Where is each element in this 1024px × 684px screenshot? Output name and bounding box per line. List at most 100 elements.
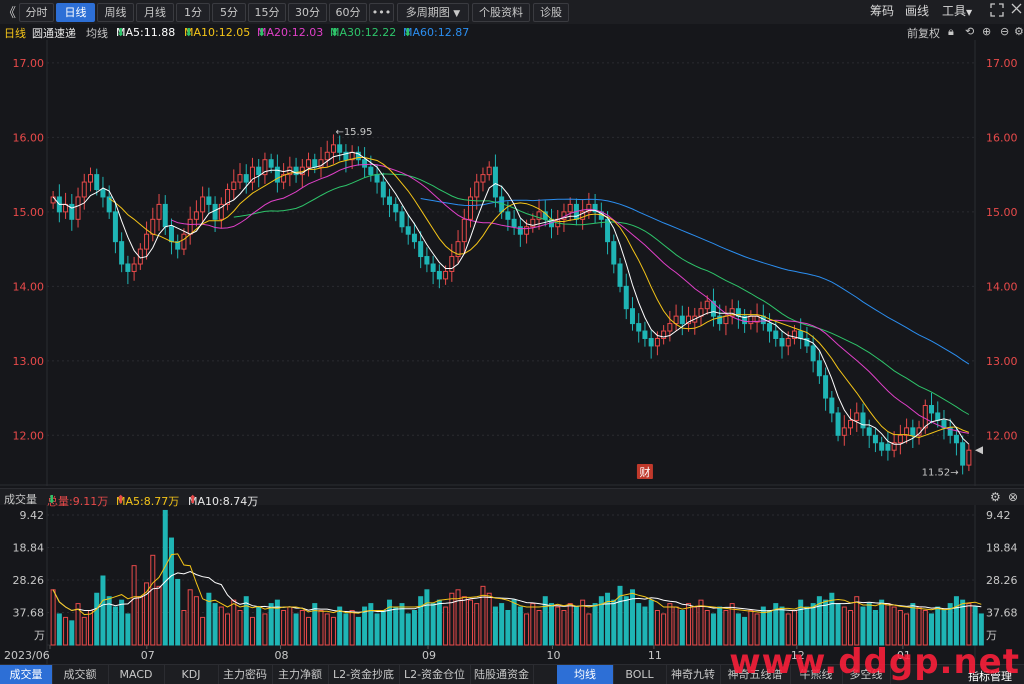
volume-bar [723,610,729,646]
more-button[interactable]: ••• [369,3,394,22]
lock-icon[interactable]: 🔒︎ [948,25,954,39]
undo-icon[interactable]: ⟲ [965,25,974,38]
volume-bar [891,606,897,646]
x-axis-label: 08 [275,649,289,662]
indicator-tab[interactable]: KDJ [164,665,219,684]
period-tab[interactable]: 60分 [329,3,367,22]
multi-period-dropdown[interactable]: 多周期图 ▼ [397,3,469,22]
collapse-icon[interactable]: 《 [3,2,16,21]
volume-bar [573,606,579,646]
volume-bar [611,599,617,646]
candle-body [131,263,137,272]
volume-bar [424,589,430,646]
x-axis-label: 11 [648,649,662,662]
candle-body [860,412,866,429]
volume-bar [56,613,62,646]
volume-bar [841,606,847,646]
volume-bar [717,606,723,646]
candle-body [75,196,81,220]
volume-bar [355,616,361,646]
period-tab[interactable]: 5分 [212,3,246,22]
volume-bar [735,613,741,646]
candle-body [648,337,654,347]
volume-bar [885,603,891,646]
period-tab[interactable]: 30分 [288,3,327,22]
volume-bar [779,606,785,646]
indicator-tab[interactable]: 主力净额 [272,665,329,684]
candle-body [492,166,498,198]
period-tab[interactable]: 分时 [19,3,54,22]
indicator-tab[interactable]: 成交量 [0,665,53,684]
volume-unit-label: 万 [34,629,45,642]
volume-bar [536,610,542,646]
candlestick-chart[interactable]: 17.00 17.00 16.00 16.00 15.00 15.00 14.00 14.00… [0,40,1024,486]
volume-bar [704,610,710,646]
volume-bar [312,603,318,646]
volume-bar [187,589,193,646]
stock-name: 圆通速递 [32,27,76,40]
zoom-out-icon[interactable]: ⊖ [1000,25,1009,38]
draw-line-button[interactable]: 画线 [905,3,929,20]
diagnose-button[interactable]: 诊股 [533,3,569,22]
candle-body [854,412,860,421]
indicator-tab[interactable]: 主力密码 [218,665,273,684]
indicator-tab[interactable]: BOLL [613,665,667,684]
volume-bar [673,606,679,646]
volume-bar [953,596,959,646]
volume-bar [729,603,735,646]
indicator-tab[interactable]: 成交额 [52,665,109,684]
ma60-text: MA60:12.87 [403,26,470,39]
indicator-tab[interactable]: 均线 [557,665,614,684]
settings-icon[interactable]: ⚙ [1014,25,1024,38]
volume-bar [617,585,623,646]
volume-bar [754,613,760,646]
chips-button[interactable]: 筹码 [870,3,894,20]
indicator-tab[interactable]: L2-资金抄底 [328,665,400,684]
volume-bar [804,606,810,646]
close-icon[interactable]: ⊗ [1008,490,1018,504]
indicator-tab[interactable]: 陆股通资金 [470,665,534,684]
volume-chart[interactable]: 37.68 37.68 28.26 28.26 18.84 18.84 9.42 9.42 万 万… [0,505,1024,664]
indicator-tab[interactable]: MACD [108,665,165,684]
ma30-text: MA30:12.22 [330,26,397,39]
expand-icon[interactable] [990,3,1004,21]
volume-bar [748,610,754,646]
tools-menu[interactable]: 工具▼ [942,3,972,20]
period-tab[interactable]: 日线 [56,3,95,22]
period-tab[interactable]: 周线 [97,3,134,22]
price-tick-label: 17.00 [13,57,45,70]
adjust-mode[interactable]: 前复权 [907,25,940,41]
price-tick-label: 15.00 [986,206,1018,219]
candle-body [405,226,411,235]
candle-body [380,181,386,198]
volume-bar [492,606,498,646]
zoom-in-icon[interactable]: ⊕ [982,25,991,38]
candle-body [187,218,193,235]
volume-bar [443,606,449,646]
volume-bar [94,592,100,646]
settings-icon[interactable]: ⚙ [990,490,1001,504]
volume-bar [287,606,293,646]
price-tick-label: 12.00 [13,429,45,442]
close-icon[interactable] [1011,3,1022,18]
volume-bar [150,554,156,646]
stock-info-button[interactable]: 个股资料 [472,3,530,22]
volume-bar [362,606,368,646]
volume-tick-label: 28.26 [986,574,1018,587]
indicator-tab[interactable]: L2-资金仓位 [399,665,471,684]
candle-body [306,159,312,168]
candle-body [636,323,642,332]
volume-tick-label: 37.68 [986,607,1018,620]
period-tab[interactable]: 月线 [136,3,174,22]
volume-bar [293,613,299,646]
candle-body [835,412,841,436]
ma-label[interactable]: 均线 [86,25,108,41]
indicator-tab[interactable]: 神奇九转 [666,665,721,684]
volume-bar [910,603,916,646]
period-tab[interactable]: 15分 [248,3,286,22]
volume-bar [87,610,93,646]
period-tab[interactable]: 1分 [176,3,210,22]
volume-bar [69,620,75,646]
volume-bar [393,606,399,646]
x-axis-label: 07 [141,649,155,662]
